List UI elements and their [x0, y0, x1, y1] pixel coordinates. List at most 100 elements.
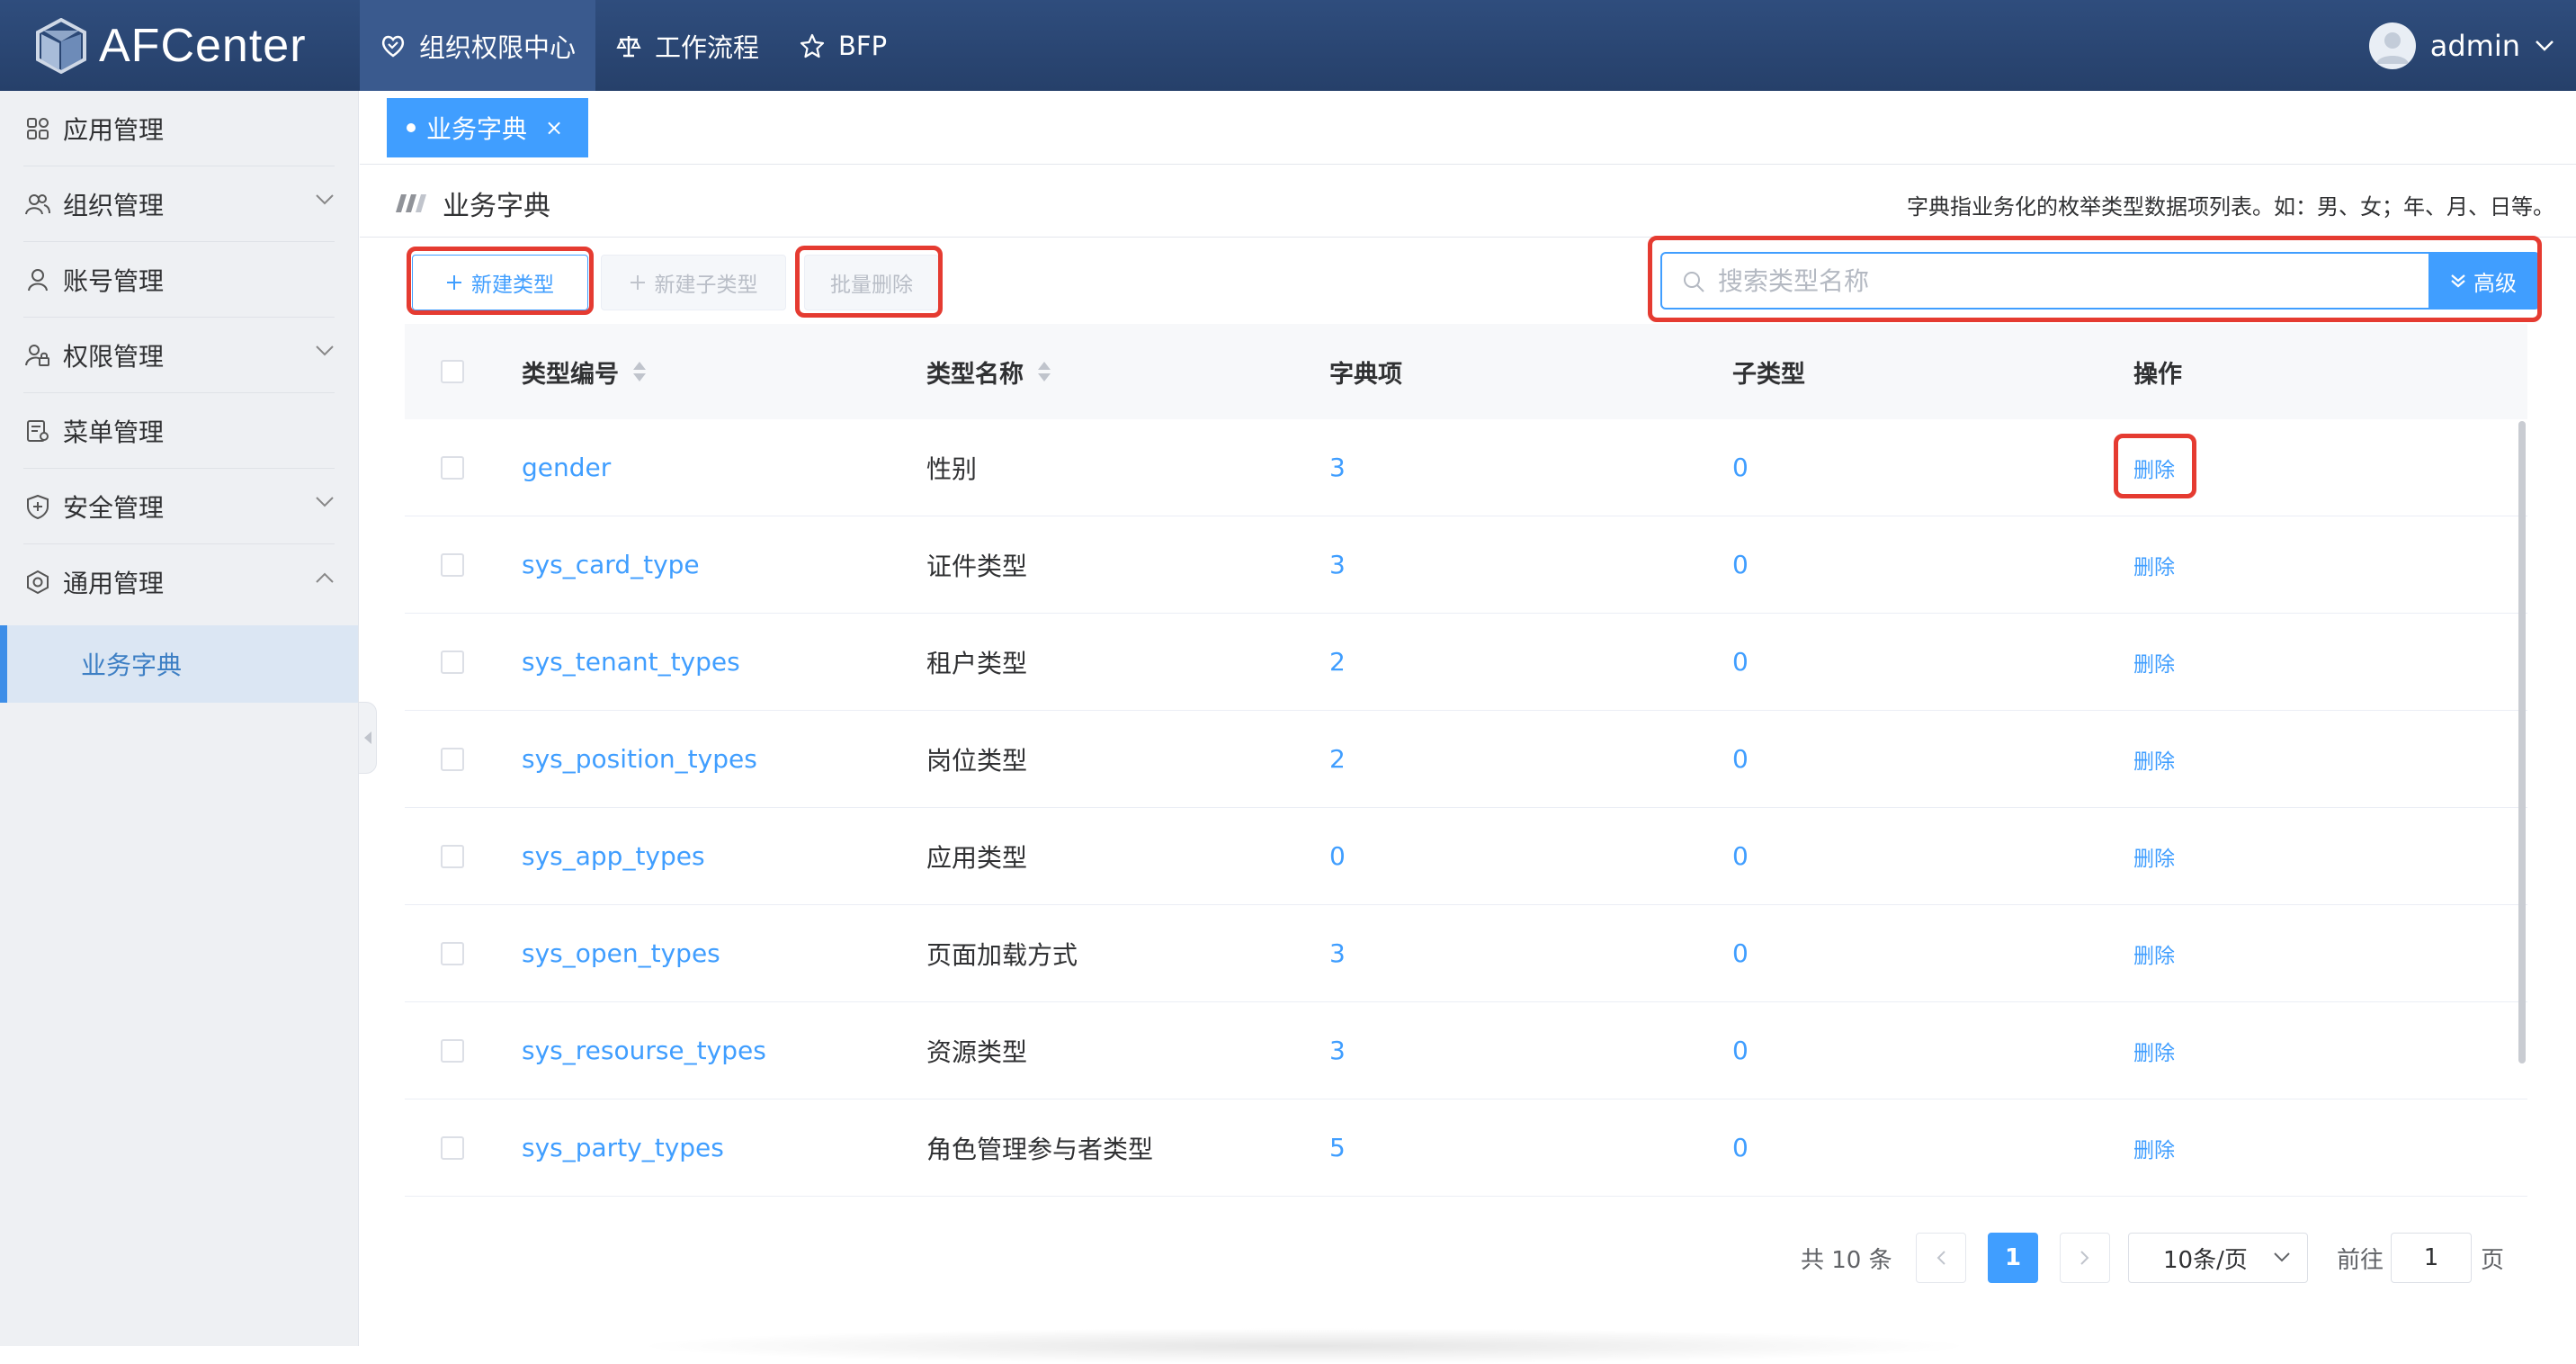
- item-count-link[interactable]: 5: [1329, 1099, 1346, 1196]
- user-menu[interactable]: admin: [2368, 0, 2554, 91]
- delete-link[interactable]: 删除: [2133, 808, 2175, 904]
- close-icon[interactable]: ×: [545, 115, 563, 140]
- chevron-down-icon: [315, 345, 335, 357]
- item-count-link[interactable]: 2: [1329, 711, 1346, 807]
- sidebar-item-org-management[interactable]: 组织管理: [23, 166, 335, 242]
- delete-link[interactable]: 删除: [2133, 614, 2175, 710]
- subtype-count-link[interactable]: 0: [1732, 1099, 1749, 1196]
- goto-page-input[interactable]: 1: [2391, 1233, 2472, 1283]
- table-row: sys_party_types 角色管理参与者类型 5 0 删除: [405, 1099, 2527, 1197]
- sidebar: 应用管理 组织管理 账号管理 权限管理 菜单管理 安全管理 通用管理 业务字典: [0, 91, 359, 1346]
- subtype-count-link[interactable]: 0: [1732, 1002, 1749, 1099]
- delete-link[interactable]: 删除: [2133, 711, 2175, 807]
- type-code-link[interactable]: sys_party_types: [522, 1099, 724, 1196]
- item-count-link[interactable]: 3: [1329, 419, 1346, 516]
- subtype-count-link[interactable]: 0: [1732, 516, 1749, 613]
- table-row: sys_app_types 应用类型 0 0 删除: [405, 808, 2527, 905]
- subtype-count-link[interactable]: 0: [1732, 419, 1749, 516]
- top-nav-org-permission[interactable]: 组织权限中心: [360, 0, 596, 91]
- table-row: sys_resourse_types 资源类型 3 0 删除: [405, 1002, 2527, 1099]
- subtype-count-link[interactable]: 0: [1732, 905, 1749, 1001]
- sidebar-item-label: 通用管理: [63, 569, 165, 598]
- type-code-link[interactable]: sys_card_type: [522, 516, 700, 613]
- row-checkbox[interactable]: [441, 650, 464, 674]
- subtype-count-link[interactable]: 0: [1732, 711, 1749, 807]
- scale-icon: [615, 32, 642, 59]
- top-nav-workflow[interactable]: 工作流程: [595, 0, 779, 91]
- goto-label: 前往: [2337, 1246, 2384, 1274]
- page-description: 字典指业务化的枚举类型数据项列表。如：男、女；年、月、日等。: [1907, 194, 2554, 220]
- sidebar-item-general-management[interactable]: 通用管理: [23, 544, 335, 620]
- sidebar-item-permission-management[interactable]: 权限管理: [23, 318, 335, 393]
- sidebar-item-label: 账号管理: [63, 265, 165, 296]
- item-count-link[interactable]: 0: [1329, 808, 1346, 904]
- user-avatar-icon: [2375, 31, 2409, 64]
- subtype-count-link[interactable]: 0: [1732, 614, 1749, 710]
- top-nav-label: 组织权限中心: [419, 31, 577, 63]
- item-count-link[interactable]: 3: [1329, 1002, 1346, 1099]
- grid-icon: [23, 117, 52, 140]
- column-label: 类型编号: [522, 360, 619, 389]
- slashes-icon: [396, 193, 426, 214]
- item-count-link[interactable]: 2: [1329, 614, 1346, 710]
- table-scrollbar[interactable]: [2518, 421, 2526, 1063]
- type-code-link[interactable]: sys_resourse_types: [522, 1002, 766, 1099]
- type-code-link[interactable]: sys_open_types: [522, 905, 720, 1001]
- table-row: sys_position_types 岗位类型 2 0 删除: [405, 711, 2527, 808]
- sort-icon[interactable]: [1036, 360, 1052, 383]
- row-checkbox[interactable]: [441, 1038, 464, 1063]
- table-row: gender 性别 3 0 删除: [405, 419, 2527, 516]
- chevron-down-icon: [2535, 40, 2554, 52]
- bottom-shadow: [630, 1328, 1979, 1364]
- active-dot: [407, 123, 416, 132]
- pagination-total: 共 10 条: [1801, 1246, 1892, 1274]
- delete-link[interactable]: 删除: [2133, 516, 2175, 613]
- highlight-box: [1648, 236, 2542, 322]
- column-header-actions: 操作: [2133, 360, 2182, 389]
- type-code-link[interactable]: sys_position_types: [522, 711, 757, 807]
- row-checkbox[interactable]: [441, 1135, 464, 1160]
- item-count-link[interactable]: 3: [1329, 905, 1346, 1001]
- type-code-link[interactable]: sys_app_types: [522, 808, 705, 904]
- sidebar-item-security-management[interactable]: 安全管理: [23, 469, 335, 544]
- delete-link[interactable]: 删除: [2133, 1099, 2175, 1196]
- select-all-checkbox[interactable]: [441, 360, 464, 383]
- tab-business-dictionary[interactable]: 业务字典 ×: [387, 98, 588, 157]
- next-page-button[interactable]: [2060, 1233, 2110, 1283]
- row-checkbox[interactable]: [441, 844, 464, 868]
- sidebar-item-menu-management[interactable]: 菜单管理: [23, 393, 335, 469]
- sidebar-subitem-business-dictionary[interactable]: 业务字典: [0, 625, 358, 703]
- top-bar: AFCenter 组织权限中心 工作流程 BFP admin: [0, 0, 2576, 91]
- type-name: 角色管理参与者类型: [926, 1134, 1154, 1164]
- chevron-down-icon: [2273, 1252, 2291, 1262]
- app-name: AFCenter: [99, 20, 307, 72]
- row-checkbox[interactable]: [441, 747, 464, 771]
- sidebar-item-label: 安全管理: [63, 492, 165, 523]
- delete-link[interactable]: 删除: [2133, 905, 2175, 1001]
- highlight-box: [795, 246, 943, 318]
- delete-link[interactable]: 删除: [2133, 1002, 2175, 1099]
- subtype-count-link[interactable]: 0: [1732, 808, 1749, 904]
- row-checkbox[interactable]: [441, 552, 464, 577]
- sidebar-item-account-management[interactable]: 账号管理: [23, 242, 335, 318]
- row-checkbox[interactable]: [441, 941, 464, 965]
- column-header-code[interactable]: 类型编号: [522, 324, 648, 419]
- top-nav: 组织权限中心 工作流程 BFP: [360, 0, 907, 91]
- sort-icon[interactable]: [631, 360, 648, 383]
- sidebar-item-app-management[interactable]: 应用管理: [23, 91, 335, 166]
- top-nav-bfp[interactable]: BFP: [779, 0, 907, 91]
- page-number-button[interactable]: 1: [1988, 1233, 2038, 1283]
- sidebar-collapse-handle[interactable]: [359, 702, 377, 774]
- type-code-link[interactable]: sys_tenant_types: [522, 614, 740, 710]
- page-suffix: 页: [2481, 1246, 2505, 1274]
- dictionary-table: 类型编号 类型名称 字典项 子类型 操作 gender 性别 3 0 删除 sy…: [405, 324, 2527, 1197]
- new-sub-type-button[interactable]: 新建子类型: [601, 255, 786, 310]
- column-header-name[interactable]: 类型名称: [926, 324, 1052, 419]
- page-size-select[interactable]: 10条/页: [2128, 1233, 2308, 1283]
- item-count-link[interactable]: 3: [1329, 516, 1346, 613]
- app-logo[interactable]: AFCenter: [36, 18, 307, 74]
- type-code-link[interactable]: gender: [522, 419, 611, 516]
- prev-page-button[interactable]: [1916, 1233, 1966, 1283]
- row-checkbox[interactable]: [441, 455, 464, 480]
- heart-shield-icon: [380, 32, 407, 59]
